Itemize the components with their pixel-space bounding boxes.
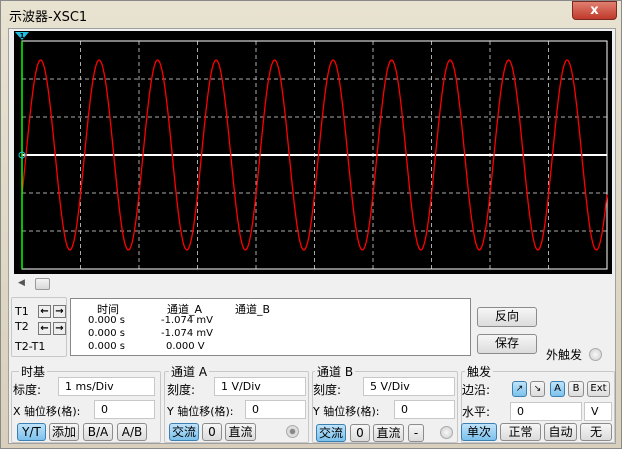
measurement-readout: 时间 通道_A 通道_B 0.000 s -1.074 mV 0.000 s -… [70,298,471,356]
trigger-auto-button[interactable]: 自动 [544,423,577,441]
timebase-title: 时基 [19,363,48,380]
channel-b-scale-label: 刻度: [313,383,342,397]
diff-channel-a: 0.000 V [166,341,205,352]
timebase-scale-input[interactable]: 1 ms/Div [58,377,155,396]
channel-a-title: 通道 A [169,363,210,380]
oscilloscope-window: 示波器-XSC1 x 1 ◀ T1 ← → T2 ← → T2-T1 时间 通道… [0,0,622,449]
window-title: 示波器-XSC1 [9,10,88,25]
channel-b-scale-input[interactable]: 5 V/Div [363,377,455,396]
mode-ab-button[interactable]: A/B [117,423,147,441]
trigger-normal-button[interactable]: 正常 [500,423,541,441]
reverse-button[interactable]: 反向 [477,307,537,327]
channel-a-ypos-label: Y 轴位移(格): [167,405,234,418]
channel-b-ypos-label: Y 轴位移(格): [313,405,380,418]
trigger-level-input[interactable]: 0 [510,402,582,421]
trigger-source-b-button[interactable]: B [568,381,584,397]
ext-trigger-terminal[interactable] [589,348,602,361]
t1-left-button[interactable]: ← [38,305,51,318]
t2-channel-a: -1.074 mV [161,328,213,339]
ext-trigger-label: 外触发 [546,348,583,362]
t2-label: T2 [15,320,29,333]
t1-right-button[interactable]: → [53,305,66,318]
cursor-panel: T1 ← → T2 ← → T2-T1 [11,297,67,357]
timebase-scale-label: 标度: [13,383,42,397]
x-position-label: X 轴位移(格): [13,405,81,418]
channel-a-ac-button[interactable]: 交流 [169,423,199,441]
x-position-input[interactable]: 0 [94,400,155,419]
channel-b-ypos-input[interactable]: 0 [394,400,455,419]
t1-channel-a: -1.074 mV [161,315,213,326]
close-button[interactable]: x [572,1,617,20]
rising-edge-button[interactable]: ↗ [512,381,527,397]
mode-yt-button[interactable]: Y/T [17,423,46,441]
horizontal-scrollbar[interactable]: ◀ [14,276,612,292]
trigger-level-label: 水平: [462,405,491,419]
trigger-edge-label: 边沿: [462,383,491,397]
t2-left-button[interactable]: ← [38,322,51,335]
mode-ba-button[interactable]: B/A [83,423,113,441]
channel-b-ac-button[interactable]: 交流 [316,424,346,442]
channel-a-dc-button[interactable]: 直流 [225,423,256,441]
t1-time: 0.000 s [88,315,126,326]
oscilloscope-screen[interactable]: 1 [14,31,612,274]
scrollbar-thumb[interactable] [35,278,50,290]
channel-a-terminal[interactable] [286,425,299,438]
t2-t1-label: T2-T1 [15,340,46,353]
channel-b-dc-button[interactable]: 直流 [373,424,404,442]
channel-a-ypos-input[interactable]: 0 [245,400,306,419]
trigger-title: 触发 [465,363,494,380]
channel-b-zero-button[interactable]: 0 [350,424,370,442]
diff-time: 0.000 s [88,341,126,352]
t1-label: T1 [15,305,29,318]
trigger-source-a-button[interactable]: A [550,381,565,397]
channel-a-scale-label: 刻度: [167,383,196,397]
client-area: 1 ◀ T1 ← → T2 ← → T2-T1 时间 通道_A 通道_B 0.0… [8,28,616,444]
scroll-left-icon[interactable]: ◀ [18,278,25,288]
header-channel-b: 通道_B [235,303,271,316]
channel-b-title: 通道 B [315,363,356,380]
trigger-single-button[interactable]: 单次 [461,423,497,441]
channel-a-scale-input[interactable]: 1 V/Div [214,377,306,396]
cursor-t1-marker: 1 [20,32,25,40]
trigger-level-unit[interactable]: V [584,402,612,421]
t2-right-button[interactable]: → [53,322,66,335]
channel-b-minus-button[interactable]: - [408,424,424,442]
trigger-none-button[interactable]: 无 [580,423,612,441]
falling-edge-button[interactable]: ↘ [530,381,545,397]
save-button[interactable]: 保存 [477,334,537,354]
t2-time: 0.000 s [88,328,126,339]
channel-a-zero-button[interactable]: 0 [202,423,222,441]
channel-b-terminal[interactable] [440,426,453,439]
mode-add-button[interactable]: 添加 [49,423,79,441]
trigger-source-ext-button[interactable]: Ext [587,381,610,397]
